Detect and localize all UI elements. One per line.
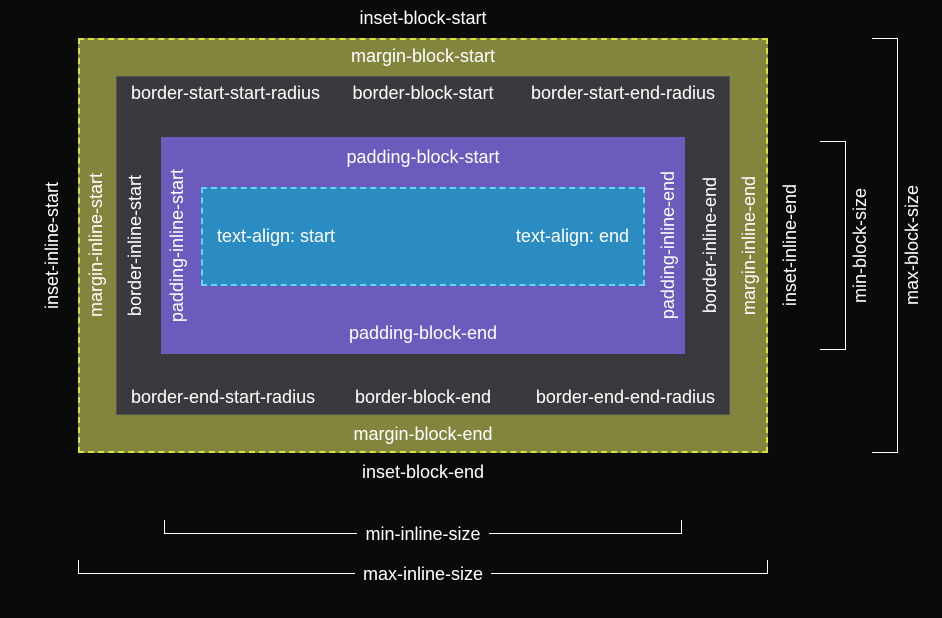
label-border-start-end-radius: border-start-end-radius <box>520 83 715 104</box>
content-box: text-align: start text-align: end <box>201 187 645 286</box>
label-border-inline-start: border-inline-start <box>125 137 146 354</box>
label-inset-block-start: inset-block-start <box>78 8 768 29</box>
border-box: border-start-start-radius border-block-s… <box>116 76 730 415</box>
label-padding-inline-end: padding-inline-end <box>658 137 679 354</box>
label-inset-inline-end: inset-inline-end <box>780 38 801 453</box>
label-margin-inline-start: margin-inline-start <box>86 40 107 451</box>
label-inset-block-end: inset-block-end <box>78 462 768 483</box>
label-margin-inline-end: margin-inline-end <box>739 40 760 451</box>
css-logical-box-model-diagram: inset-block-start inset-block-end inset-… <box>0 0 942 618</box>
label-text-align-end: text-align: end <box>516 226 629 247</box>
label-min-inline-size: min-inline-size <box>164 520 682 541</box>
label-padding-block-start: padding-block-start <box>161 147 685 168</box>
label-margin-block-start: margin-block-start <box>80 46 766 67</box>
label-text-align-start: text-align: start <box>217 226 335 247</box>
label-max-inline-size: max-inline-size <box>78 560 768 581</box>
label-inset-inline-start: inset-inline-start <box>42 38 63 453</box>
padding-box: padding-block-start padding-block-end pa… <box>161 137 685 354</box>
bracket-min-block-size <box>820 141 846 350</box>
label-border-end-start-radius: border-end-start-radius <box>131 387 326 408</box>
label-min-block-size: min-block-size <box>850 141 871 350</box>
bracket-max-block-size <box>872 38 898 453</box>
label-border-end-end-radius: border-end-end-radius <box>520 387 715 408</box>
label-border-start-start-radius: border-start-start-radius <box>131 83 326 104</box>
label-border-block-end: border-block-end <box>326 387 521 408</box>
margin-box: margin-block-start margin-block-end marg… <box>78 38 768 453</box>
label-padding-block-end: padding-block-end <box>161 323 685 344</box>
label-max-block-size: max-block-size <box>902 38 923 453</box>
label-border-inline-end: border-inline-end <box>700 137 721 354</box>
label-padding-inline-start: padding-inline-start <box>167 137 188 354</box>
label-margin-block-end: margin-block-end <box>80 424 766 445</box>
label-border-block-start: border-block-start <box>326 83 521 104</box>
